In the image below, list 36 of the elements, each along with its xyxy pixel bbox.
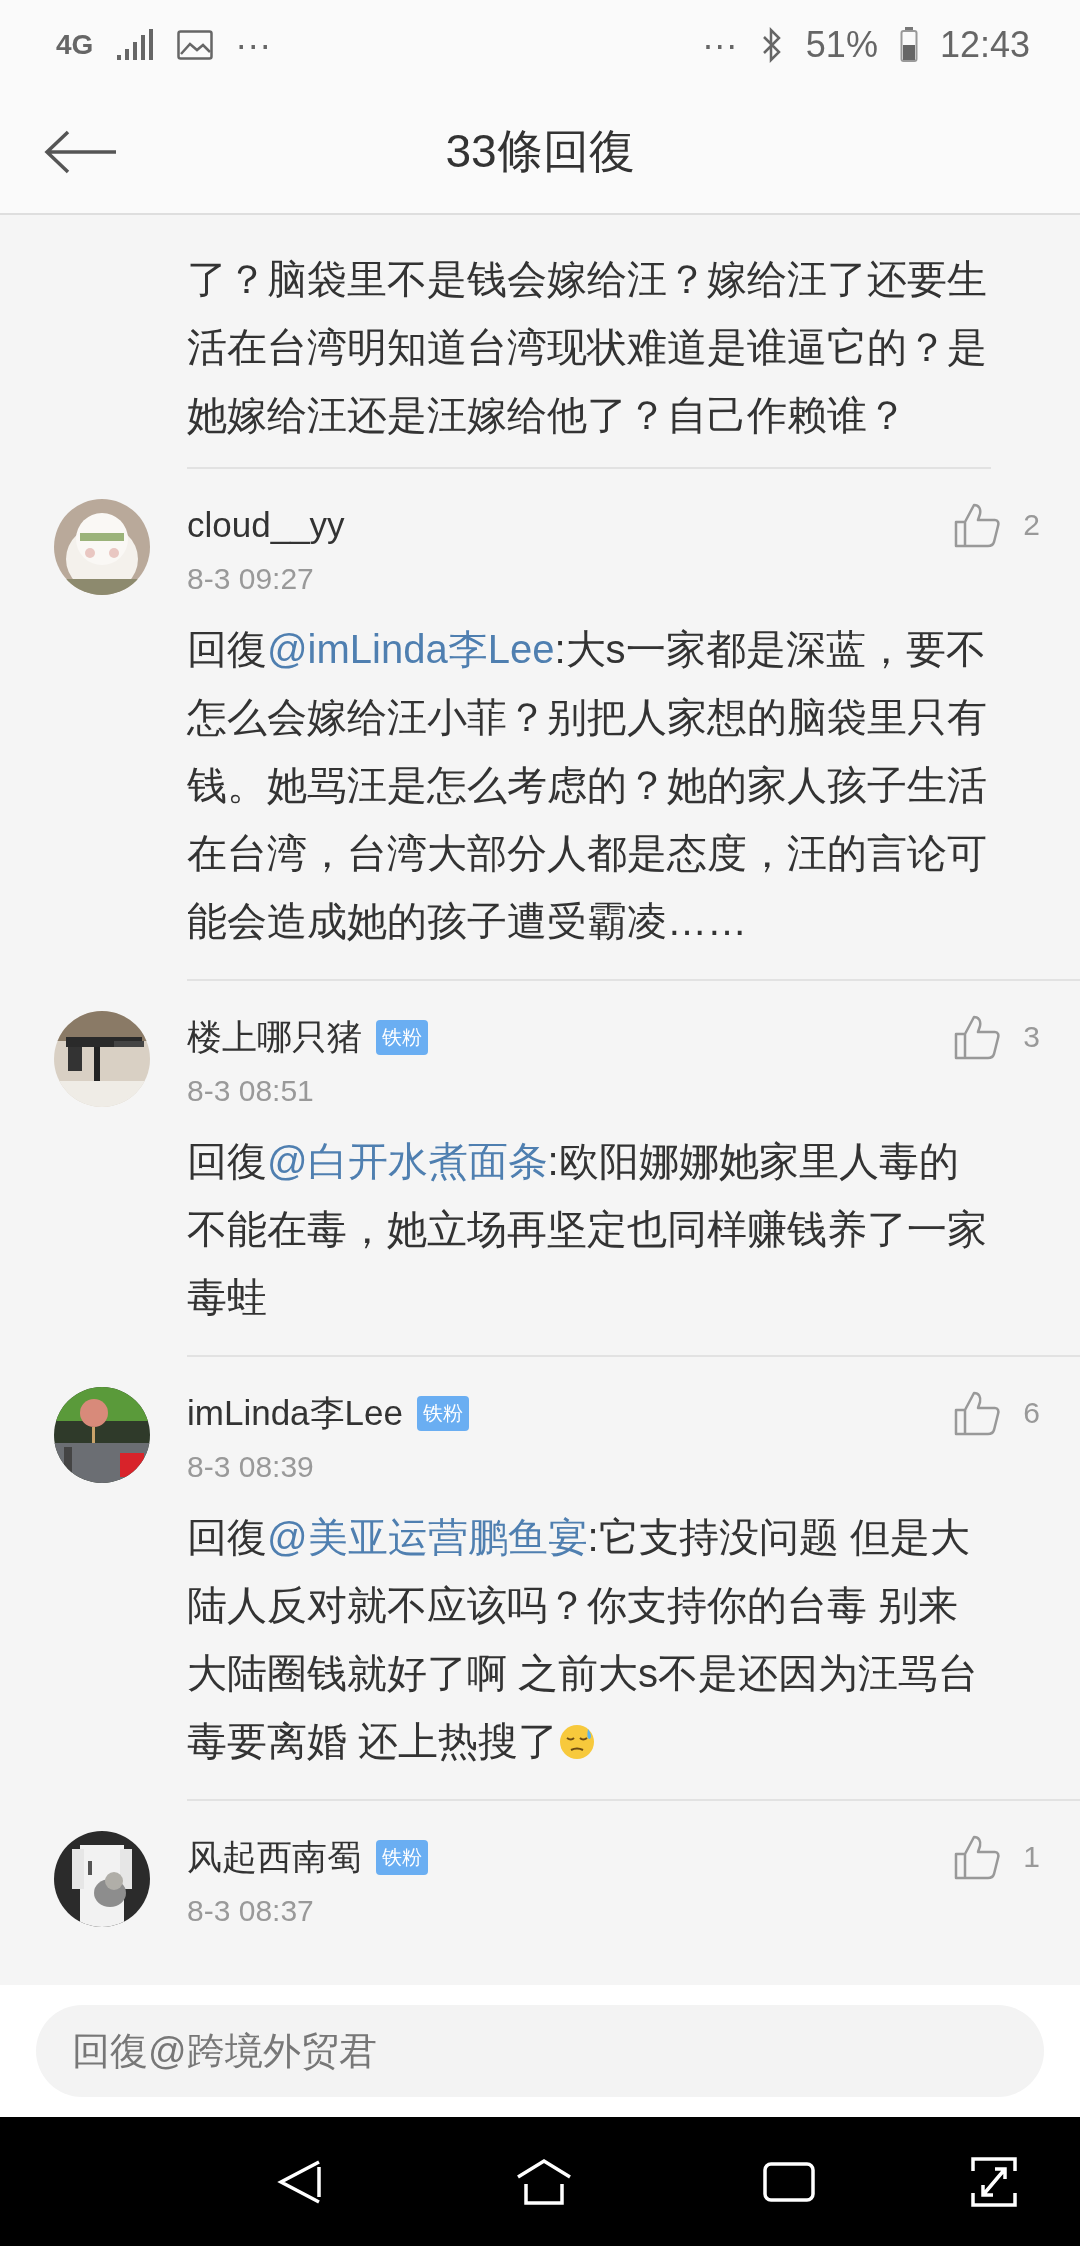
image-icon [177, 30, 214, 60]
network-type: 4G [56, 29, 94, 61]
comment-time: 8-3 09:27 [187, 561, 315, 597]
user-name[interactable]: imLinda李Lee [187, 1389, 403, 1437]
fan-badge: 铁粉 [416, 1395, 469, 1431]
comment-time: 8-3 08:51 [187, 1073, 315, 1109]
more-notifications: ··· [701, 24, 738, 66]
comment-text: 了？脑袋里不是钱会嫁给汪？嫁给汪了还要生活在台湾明知道台湾现状难道是谁逼它的？是她嫁给汪还是汪嫁给他了？自己作赖谁？ [187, 245, 991, 469]
user-name[interactable]: 风起西南蜀 [187, 1833, 362, 1881]
battery-icon [899, 27, 918, 63]
comment-text: 回復@imLinda李Lee:大s一家都是深蓝，要不怎么会嫁给汪小菲？别把人家想的脑袋里只有钱。她骂汪是怎么考虑的？她的家人孩子生活在台湾，台湾大部分人都是态度，汪的言论可能会造成她的孩子遭受霸凌…… [187, 626, 988, 945]
recent-apps-icon[interactable] [763, 2159, 815, 2204]
mention-link[interactable]: @美亚运营鹏鱼宴 [267, 1515, 588, 1559]
mention-link[interactable]: @白开水煮面条 [267, 1139, 548, 1183]
like-button[interactable]: 1 [953, 1834, 1040, 1880]
user-name[interactable]: cloud__yy [187, 505, 345, 545]
mention-link[interactable]: @imLinda李Lee [267, 627, 555, 671]
signal-icon [115, 29, 156, 61]
like-button[interactable]: 6 [953, 1390, 1040, 1436]
like-button[interactable]: 2 [953, 502, 1040, 548]
comment-text: 回復@美亚运营鹏鱼宴:它支持没问题 但是大陆人反对就不应该吗？你支持你的台毒 别来大陆圈钱就好了啊 之前大s不是还因为汪骂台毒要离婚 还上热搜了 [187, 1514, 980, 1765]
comment-time: 8-3 08:39 [187, 1449, 315, 1485]
clock: 12:43 [939, 24, 1030, 66]
fan-badge: 铁粉 [376, 1839, 428, 1875]
back-arrow-icon [44, 129, 118, 174]
comment-text: 回復@白开水煮面条:欧阳娜娜她家里人毒的不能在毒，她立场再坚定也同样赚钱养了一家毒蛙 [187, 1138, 988, 1321]
expand-icon[interactable] [969, 2154, 1019, 2209]
like-button[interactable]: 3 [953, 1014, 1040, 1060]
user-name[interactable]: 楼上哪只猪 [187, 1013, 362, 1061]
battery-percent: 51% [805, 24, 878, 66]
more-notifications: ··· [235, 24, 272, 66]
page-title: 33條回復 [444, 123, 636, 179]
home-icon[interactable] [515, 2156, 573, 2207]
fan-badge: 铁粉 [376, 1019, 428, 1055]
reply-field[interactable]: 回復@跨境外贸君 [36, 2005, 1044, 2097]
comment-time: 8-3 08:37 [187, 1893, 315, 1929]
